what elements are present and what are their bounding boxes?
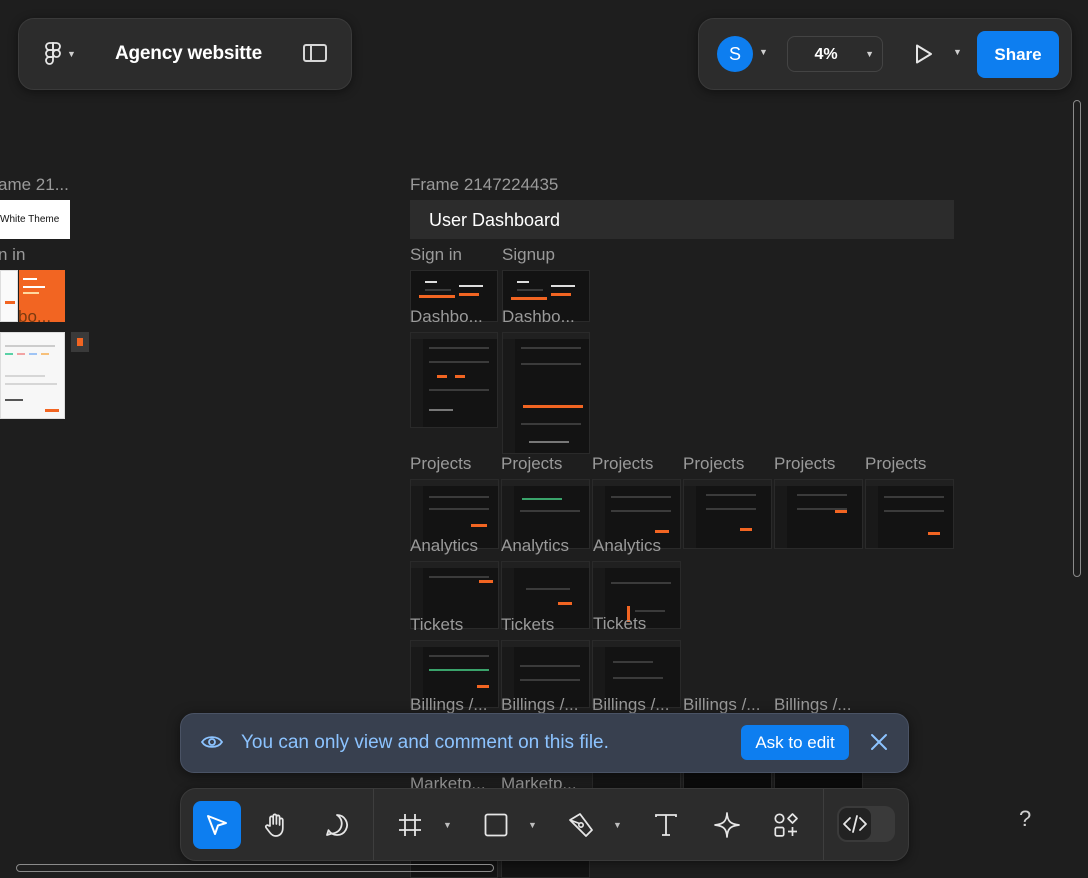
chevron-down-icon[interactable]: ▼ — [443, 820, 452, 830]
avatar[interactable]: S — [717, 36, 753, 72]
dev-mode-toggle[interactable] — [837, 806, 895, 842]
chevron-down-icon: ▼ — [67, 49, 76, 59]
pen-tool[interactable] — [557, 801, 605, 849]
thumbnail-marketplace[interactable] — [683, 771, 772, 789]
frame-label[interactable]: Projects — [501, 454, 562, 474]
chevron-down-icon[interactable]: ▼ — [759, 47, 768, 57]
thumbnail-projects[interactable] — [865, 479, 954, 549]
ask-to-edit-button[interactable]: Ask to edit — [741, 725, 849, 760]
comment-bubble-icon — [326, 814, 348, 836]
banner-message: You can only view and comment on this fi… — [241, 732, 609, 753]
comment-tool[interactable] — [313, 801, 361, 849]
eye-icon — [201, 736, 223, 748]
frame-label[interactable]: ame 21... — [0, 175, 69, 195]
frame-label[interactable]: Tickets — [593, 614, 646, 634]
frame-label[interactable]: Dashbo... — [502, 307, 575, 327]
component-tool[interactable] — [703, 801, 751, 849]
hand-icon — [265, 813, 284, 837]
frame-label[interactable]: Billings /... — [410, 695, 487, 715]
frame-label[interactable]: Projects — [410, 454, 471, 474]
thumbnail-marketplace[interactable] — [592, 771, 681, 789]
zoom-dropdown[interactable]: 4% ▼ — [787, 36, 883, 72]
sparkle-icon — [714, 812, 740, 838]
frame-label[interactable]: bo... — [18, 307, 51, 327]
vertical-scrollbar[interactable] — [1073, 100, 1081, 577]
frame-hash-icon — [399, 814, 421, 836]
frame-label[interactable]: Signup — [502, 245, 555, 265]
hand-tool[interactable] — [252, 801, 300, 849]
horizontal-scrollbar[interactable] — [16, 864, 494, 872]
rectangle-icon — [484, 813, 508, 837]
close-icon[interactable] — [870, 733, 888, 751]
thumbnail-dashboard[interactable] — [502, 332, 590, 454]
thumbnail-projects[interactable] — [774, 479, 863, 549]
move-tool[interactable] — [193, 801, 241, 849]
zoom-value: 4% — [814, 46, 838, 63]
code-brackets-icon — [843, 815, 867, 833]
chevron-down-icon[interactable]: ▼ — [953, 47, 962, 57]
selection-handle[interactable] — [71, 332, 89, 352]
frame-label[interactable]: Analytics — [410, 536, 478, 556]
cursor-arrow-icon — [207, 815, 227, 835]
shape-tool[interactable] — [472, 801, 520, 849]
frame-label[interactable]: Projects — [774, 454, 835, 474]
file-title[interactable]: Agency websitte — [115, 43, 262, 65]
frame-label[interactable]: Projects — [865, 454, 926, 474]
white-theme-header: White Theme — [0, 200, 70, 239]
frame-label[interactable]: Analytics — [593, 536, 661, 556]
frame-label[interactable]: Billings /... — [501, 695, 578, 715]
present-play-icon[interactable] — [911, 42, 935, 66]
section-header-label: User Dashboard — [429, 210, 561, 230]
frame-label[interactable]: Tickets — [410, 615, 463, 635]
bottom-toolbar: ▼ ▼ ▼ — [180, 788, 909, 861]
file-panel: ▼ Agency websitte — [18, 18, 352, 90]
thumbnail-projects[interactable] — [683, 479, 772, 549]
frame-title[interactable]: Frame 2147224435 — [410, 175, 558, 195]
frame-label[interactable]: Analytics — [501, 536, 569, 556]
shapes-grid-icon — [774, 813, 798, 837]
thumbnail-marketplace[interactable] — [501, 859, 590, 878]
chevron-down-icon: ▼ — [865, 49, 874, 59]
dev-mode-knob — [839, 808, 871, 840]
view-only-banner: You can only view and comment on this fi… — [180, 713, 909, 773]
frame-label[interactable]: Billings /... — [683, 695, 760, 715]
text-tool[interactable] — [642, 801, 690, 849]
frame-label[interactable]: Billings /... — [592, 695, 669, 715]
white-theme-label: White Theme — [0, 214, 60, 225]
frame-label[interactable]: Dashbo... — [410, 307, 483, 327]
frame-label[interactable]: Tickets — [501, 615, 554, 635]
help-button[interactable]: ? — [1019, 806, 1031, 832]
chevron-down-icon[interactable]: ▼ — [613, 820, 622, 830]
text-t-icon — [655, 814, 677, 836]
collaboration-panel: S ▼ 4% ▼ ▼ Share — [698, 18, 1072, 90]
frame-label[interactable]: Projects — [592, 454, 653, 474]
section-header: User Dashboard — [410, 200, 954, 239]
thumbnail-signin-light[interactable] — [0, 270, 18, 322]
frame-label[interactable]: n in — [0, 245, 25, 265]
chevron-down-icon[interactable]: ▼ — [528, 820, 537, 830]
main-menu-button[interactable]: ▼ — [45, 40, 95, 68]
pen-nib-icon — [569, 813, 593, 837]
frame-label[interactable]: Projects — [683, 454, 744, 474]
thumbnail-marketplace[interactable] — [774, 771, 863, 789]
sidebar-toggle-icon[interactable] — [303, 44, 327, 62]
frame-label[interactable]: Billings /... — [774, 695, 851, 715]
share-button[interactable]: Share — [977, 31, 1059, 78]
figma-logo-icon — [45, 42, 61, 65]
thumbnail-dashboard[interactable] — [410, 332, 498, 428]
frame-tool[interactable] — [386, 801, 434, 849]
assets-tool[interactable] — [762, 801, 810, 849]
thumbnail-dashboard-light[interactable] — [0, 332, 65, 419]
frame-label[interactable]: Sign in — [410, 245, 462, 265]
